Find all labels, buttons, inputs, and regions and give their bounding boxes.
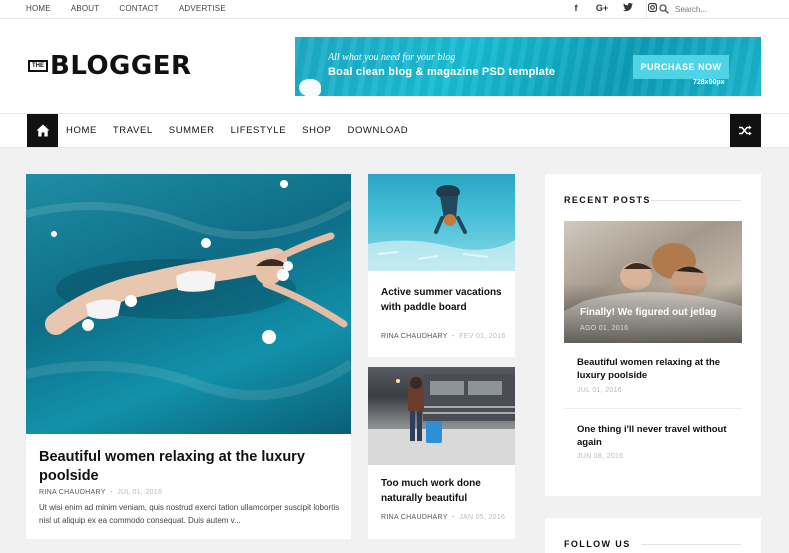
top-link-about[interactable]: ABOUT [71,4,100,13]
banner-headline: Boal clean blog & magazine PSD template [328,66,556,78]
featured-post-image[interactable] [26,174,351,434]
meta-separator: - [449,333,457,340]
home-icon [36,124,49,137]
logo-name: BLOGGER [50,51,192,81]
recent-post-date: JUN 08, 2016 [577,453,624,460]
post-date: FEV 01, 2016 [459,333,506,340]
featured-post-card[interactable]: Beautiful women relaxing at the luxury p… [26,174,351,539]
top-link-home[interactable]: HOME [26,4,51,13]
post-author[interactable]: RINA CHAUDHARY [381,333,448,340]
nav-item-summer[interactable]: SUMMER [169,125,215,136]
post-image-paddle[interactable] [368,174,515,271]
recent-post-divider [564,408,742,409]
home-button[interactable] [27,114,58,147]
recent-post-date: JUL 01, 2016 [577,387,622,394]
recent-posts-heading: RECENT POSTS [564,195,651,205]
nav-item-shop[interactable]: SHOP [302,125,331,136]
post-title-paddle[interactable]: Active summer vacations with paddle boar… [381,286,505,315]
purchase-now-button[interactable]: PURCHASE NOW [633,55,729,79]
banner-size-label: 728x90px [693,79,725,86]
recent-featured-title[interactable]: Finally! We figured out jetlag [580,307,717,318]
post-date: JUL 01, 2016 [117,489,163,496]
recent-featured-post[interactable]: Finally! We figured out jetlag AGO 01, 2… [564,221,742,343]
logo-prefix: THE [28,60,48,72]
nav-item-lifestyle[interactable]: LIFESTYLE [231,125,287,136]
search-input[interactable] [675,5,775,14]
pool-woman-illustration [26,180,351,401]
nav-items: HOME TRAVEL SUMMER LIFESTYLE SHOP DOWNLO… [66,125,408,136]
facebook-icon[interactable]: f [570,3,582,14]
top-link-advertise[interactable]: ADVERTISE [179,4,226,13]
featured-post-meta: RINA CHAUDHARY - JUL 01, 2016 [39,489,162,496]
meta-separator: - [449,514,457,521]
post-title-work[interactable]: Too much work done naturally beautiful [381,477,505,506]
train-station-illustration [368,375,515,465]
post-card-work[interactable]: Too much work done naturally beautiful R… [368,367,515,539]
site-header: THE BLOGGER All what you need for your b… [0,19,789,113]
main-nav: HOME TRAVEL SUMMER LIFESTYLE SHOP DOWNLO… [0,113,789,148]
top-links: HOME ABOUT CONTACT ADVERTISE [26,4,226,13]
search-box [646,0,789,19]
underwater-diver-illustration [368,185,515,271]
social-links: f G+ [570,3,658,14]
post-card-paddle[interactable]: Active summer vacations with paddle boar… [368,174,515,357]
post-image-work[interactable] [368,367,515,465]
recent-featured-date: AGO 01, 2016 [580,325,629,332]
follow-us-heading: FOLLOW US [564,539,631,549]
banner-tagline: All what you need for your blog [328,52,456,63]
random-post-button[interactable] [730,114,761,147]
site-logo[interactable]: THE BLOGGER [28,53,192,79]
nav-item-download[interactable]: DOWNLOAD [347,125,408,136]
follow-us-widget: FOLLOW US [545,518,761,553]
ad-banner[interactable]: All what you need for your blog Boal cle… [295,37,761,96]
meta-separator: - [107,489,115,496]
post-author[interactable]: RINA CHAUDHARY [39,489,106,496]
featured-post-title[interactable]: Beautiful women relaxing at the luxury p… [39,448,339,486]
google-plus-icon[interactable]: G+ [594,3,610,14]
recent-post-title[interactable]: Beautiful women relaxing at the luxury p… [577,356,727,382]
top-bar: HOME ABOUT CONTACT ADVERTISE f G+ [0,0,789,19]
post-meta-work: RINA CHAUDHARY - JAN 05, 2016 [381,514,505,521]
nav-item-home[interactable]: HOME [66,125,97,136]
post-author[interactable]: RINA CHAUDHARY [381,514,448,521]
banner-flower-image [299,79,321,96]
heading-divider [651,200,741,201]
post-date: JAN 05, 2016 [459,514,506,521]
shuffle-icon [739,125,752,136]
search-icon[interactable] [659,1,669,19]
featured-post-excerpt: Ut wisi enim ad minim veniam, quis nostr… [39,503,340,525]
nav-item-travel[interactable]: TRAVEL [113,125,153,136]
twitter-icon[interactable] [622,3,634,14]
heading-divider [641,544,741,545]
top-link-contact[interactable]: CONTACT [119,4,158,13]
recent-posts-widget: RECENT POSTS Finally! We figured out jet… [545,174,761,496]
recent-post-title[interactable]: One thing i'll never travel without agai… [577,423,727,449]
post-meta-paddle: RINA CHAUDHARY - FEV 01, 2016 [381,333,506,340]
